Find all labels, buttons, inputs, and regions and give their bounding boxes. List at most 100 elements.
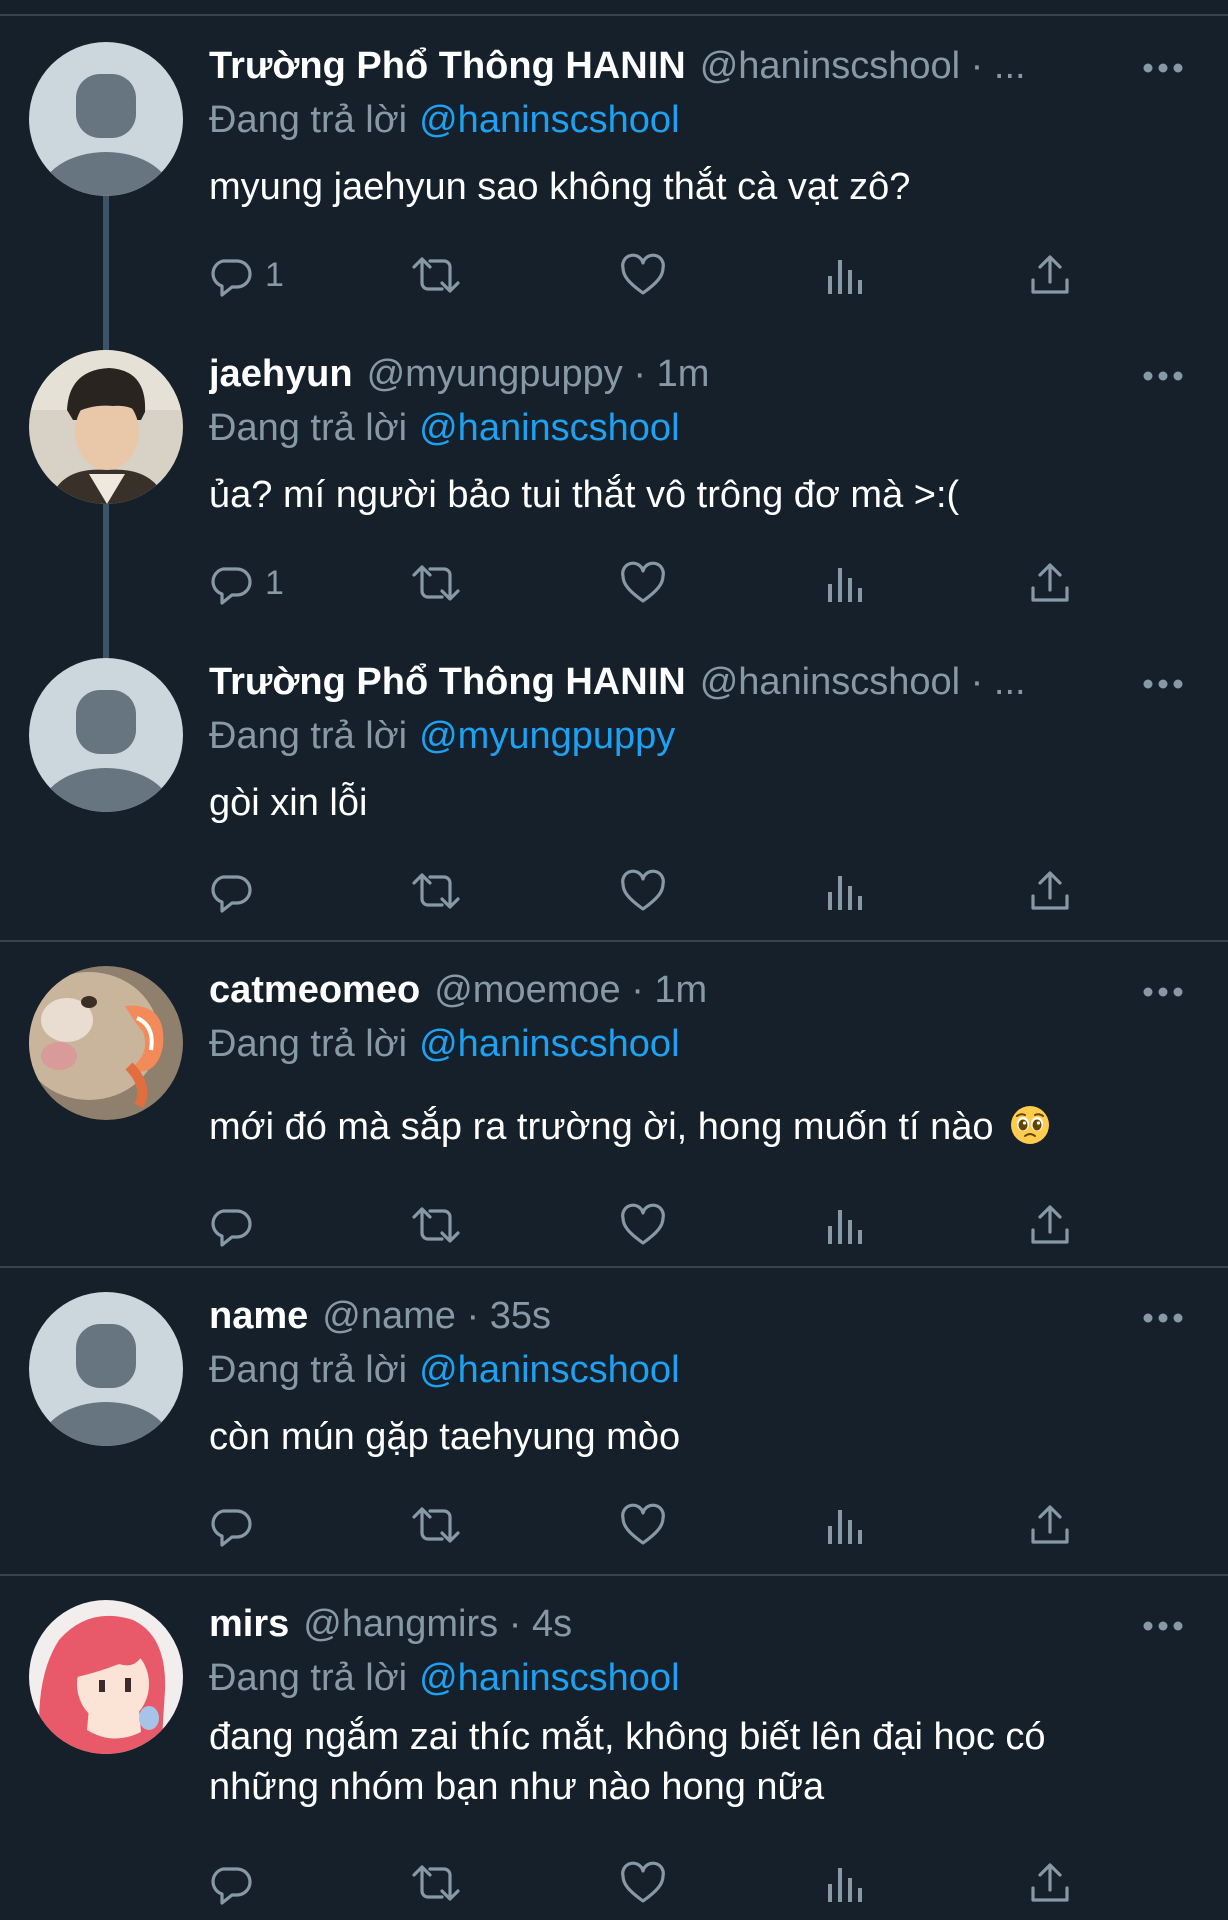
retweet-icon (412, 257, 460, 293)
tweet[interactable]: jaehyun @myungpuppy · 1m Đang trả lời @han… (0, 308, 1228, 616)
separator-dot: · (631, 969, 644, 1011)
tweet-header: catmeomeo @moemoe · 1m (209, 966, 1198, 1014)
views-button[interactable] (825, 558, 865, 608)
replying-to: Đang trả lời @haninscshool (209, 1346, 680, 1394)
retweet-button[interactable] (409, 1200, 463, 1250)
share-button[interactable] (1027, 1200, 1073, 1250)
tweet-actions (209, 1200, 1109, 1250)
replying-to: Đang trả lời @haninscshool (209, 1654, 680, 1702)
tweet-header: Trường Phổ Thông HANIN @haninscshool · ..… (209, 658, 1198, 706)
views-button[interactable] (825, 1200, 865, 1250)
share-button[interactable] (1027, 558, 1073, 608)
tweet[interactable]: catmeomeo @moemoe · 1m Đang trả lời @hanin… (0, 924, 1228, 1266)
reply-button[interactable]: 1 (209, 558, 284, 608)
user-handle[interactable]: @myungpuppy (367, 353, 623, 395)
share-icon (1031, 1863, 1069, 1902)
user-handle[interactable]: @hangmirs (303, 1603, 498, 1645)
like-button[interactable] (619, 1858, 667, 1908)
tweet-time: 4s (531, 1603, 573, 1645)
reply-button[interactable] (209, 866, 255, 916)
views-icon (828, 1510, 862, 1544)
views-button[interactable] (825, 1858, 865, 1908)
tweet[interactable]: mirs @hangmirs · 4s Đang trả lời @haninscs… (0, 1558, 1228, 1920)
more-icon[interactable] (1142, 366, 1184, 386)
more-icon[interactable] (1142, 982, 1184, 1002)
like-button[interactable] (619, 250, 667, 300)
display-name[interactable]: Trường Phổ Thông HANIN (209, 661, 686, 703)
replying-to-label: Đang trả lời (209, 715, 408, 757)
retweet-button[interactable] (409, 866, 463, 916)
tweet[interactable]: Trường Phổ Thông HANIN @haninscshool · ..… (0, 616, 1228, 940)
like-button[interactable] (619, 866, 667, 916)
heart-icon (621, 869, 665, 911)
like-button[interactable] (619, 1500, 667, 1550)
replying-to: Đang trả lời @haninscshool (209, 1020, 680, 1068)
display-name[interactable]: Trường Phổ Thông HANIN (209, 45, 686, 87)
more-icon[interactable] (1142, 58, 1184, 78)
reply-count: 1 (265, 563, 284, 602)
tweet-text: còn mún gặp taehyung mòo (209, 1416, 681, 1458)
display-name[interactable]: mirs (209, 1603, 289, 1645)
cat-photo-avatar[interactable] (29, 966, 183, 1120)
default-avatar-icon[interactable] (29, 42, 183, 196)
tweet-time: 35s (489, 1295, 551, 1337)
reply-button[interactable] (209, 1500, 255, 1550)
views-button[interactable] (825, 250, 865, 300)
user-handle[interactable]: @haninscshool (700, 45, 960, 87)
replying-to-handle-link[interactable]: @haninscshool (419, 1023, 679, 1065)
replying-to-label: Đang trả lời (209, 1023, 408, 1065)
reply-button[interactable]: 1 (209, 250, 284, 300)
display-name[interactable]: name (209, 1295, 308, 1337)
more-icon[interactable] (1142, 674, 1184, 694)
tweet[interactable]: name @name · 35s Đang trả lời @haninscshoo… (0, 1250, 1228, 1576)
default-avatar-icon[interactable] (29, 658, 183, 812)
share-button[interactable] (1027, 250, 1073, 300)
reply-icon (211, 875, 252, 913)
anime-avatar[interactable] (29, 1600, 183, 1754)
display-name[interactable]: jaehyun (209, 353, 353, 395)
share-button[interactable] (1027, 866, 1073, 916)
replying-to-handle-link[interactable]: @haninscshool (419, 1349, 679, 1391)
views-button[interactable] (825, 1500, 865, 1550)
replying-to: Đang trả lời @haninscshool (209, 404, 680, 452)
reply-button[interactable] (209, 1200, 255, 1250)
views-button[interactable] (825, 866, 865, 916)
heart-icon (621, 561, 665, 603)
display-name[interactable]: catmeomeo (209, 969, 420, 1011)
user-handle[interactable]: @moemoe (434, 969, 620, 1011)
retweet-button[interactable] (409, 1858, 463, 1908)
tweet-header: name @name · 35s (209, 1292, 1198, 1340)
more-icon[interactable] (1142, 1308, 1184, 1328)
tweet-text-line: những nhóm bạn như nào hong nữa (209, 1766, 825, 1808)
separator-dot: · (633, 353, 646, 395)
share-icon (1031, 871, 1069, 910)
replying-to-handle-link[interactable]: @myungpuppy (419, 715, 675, 757)
tweet-header: jaehyun @myungpuppy · 1m (209, 350, 1198, 398)
replying-to-handle-link[interactable]: @haninscshool (419, 99, 679, 141)
user-handle[interactable]: @name (322, 1295, 456, 1337)
user-handle[interactable]: @haninscshool (700, 661, 960, 703)
retweet-button[interactable] (409, 558, 463, 608)
tweet-actions: 1 (209, 250, 1109, 300)
photo-avatar[interactable] (29, 350, 183, 504)
more-icon[interactable] (1142, 1616, 1184, 1636)
replying-to-handle-link[interactable]: @haninscshool (419, 407, 679, 449)
like-button[interactable] (619, 1200, 667, 1250)
heart-icon (621, 1861, 665, 1903)
reply-button[interactable] (209, 1858, 255, 1908)
retweet-icon (412, 1865, 460, 1901)
tweet-text: gòi xin lỗi (209, 782, 368, 824)
share-button[interactable] (1027, 1500, 1073, 1550)
retweet-icon (412, 565, 460, 601)
retweet-button[interactable] (409, 1500, 463, 1550)
share-button[interactable] (1027, 1858, 1073, 1908)
separator-dot: · (466, 1295, 480, 1337)
tweet-text: ủa? mí người bảo tui thắt vô trông đơ mà… (209, 474, 960, 516)
tweet-time: ... (993, 661, 1026, 703)
tweet-header: mirs @hangmirs · 4s (209, 1600, 1198, 1648)
default-avatar-icon[interactable] (29, 1292, 183, 1446)
replying-to-handle-link[interactable]: @haninscshool (419, 1657, 679, 1699)
retweet-button[interactable] (409, 250, 463, 300)
replying-to-label: Đang trả lời (209, 1657, 408, 1699)
like-button[interactable] (619, 558, 667, 608)
